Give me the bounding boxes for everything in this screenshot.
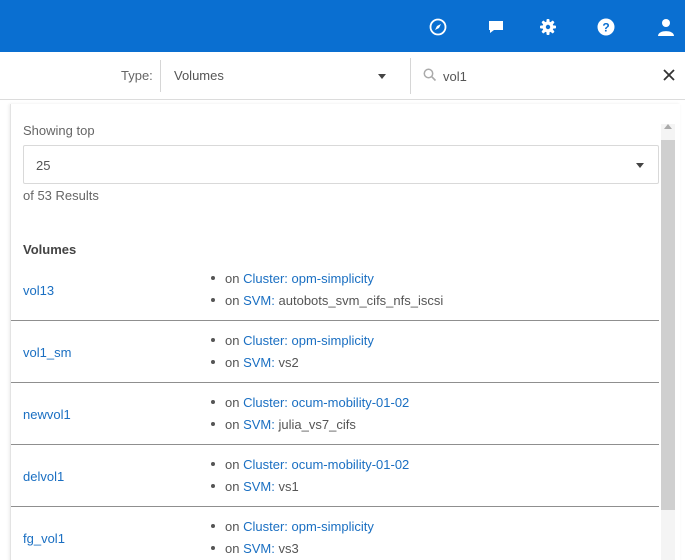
showing-top-label: Showing top: [23, 123, 95, 138]
chevron-down-icon: [378, 74, 386, 79]
results-list: vol13 on Cluster: opm-simplicity on SVM:…: [11, 259, 659, 560]
list-item: vol1_sm on Cluster: opm-simplicity on SV…: [11, 321, 659, 383]
close-icon[interactable]: [661, 67, 679, 85]
svm-detail: on SVM: julia_vs7_cifs: [211, 417, 356, 432]
list-item: newvol1 on Cluster: ocum-mobility-01-02 …: [11, 383, 659, 445]
cluster-link[interactable]: Cluster: opm-simplicity: [243, 333, 374, 348]
volume-link[interactable]: newvol1: [23, 407, 71, 422]
svm-link[interactable]: SVM:: [243, 479, 275, 494]
cluster-link[interactable]: Cluster: opm-simplicity: [243, 271, 374, 286]
svm-link[interactable]: SVM:: [243, 417, 275, 432]
scrollbar[interactable]: [661, 124, 675, 560]
help-icon[interactable]: ?: [595, 16, 617, 38]
list-item: vol13 on Cluster: opm-simplicity on SVM:…: [11, 259, 659, 321]
type-select-value: Volumes: [174, 68, 224, 83]
top-navigation-bar: ?: [0, 0, 685, 52]
cluster-detail: on Cluster: opm-simplicity: [211, 333, 374, 348]
volume-link[interactable]: delvol1: [23, 469, 64, 484]
svm-detail: on SVM: autobots_svm_cifs_nfs_iscsi: [211, 293, 443, 308]
cluster-link[interactable]: Cluster: ocum-mobility-01-02: [243, 395, 409, 410]
bullet-icon: [211, 275, 215, 280]
bullet-icon: [211, 421, 215, 426]
search-results-panel: Showing top 25 of 53 Results Volumes vol…: [10, 104, 680, 560]
section-heading-volumes: Volumes: [23, 242, 77, 257]
result-count-select[interactable]: 25: [23, 145, 659, 184]
cluster-detail: on Cluster: ocum-mobility-01-02: [211, 457, 409, 472]
bullet-icon: [211, 399, 215, 404]
svm-link[interactable]: SVM:: [243, 293, 275, 308]
cluster-link[interactable]: Cluster: ocum-mobility-01-02: [243, 457, 409, 472]
filter-bar: Type: Volumes: [0, 52, 685, 100]
bullet-icon: [211, 359, 215, 364]
volume-link[interactable]: fg_vol1: [23, 531, 65, 546]
bullet-icon: [211, 523, 215, 528]
gear-icon[interactable]: [537, 16, 559, 38]
scroll-up-arrow-icon[interactable]: [664, 124, 672, 129]
cluster-detail: on Cluster: opm-simplicity: [211, 519, 374, 534]
bullet-icon: [211, 545, 215, 550]
cluster-link[interactable]: Cluster: opm-simplicity: [243, 519, 374, 534]
cluster-detail: on Cluster: ocum-mobility-01-02: [211, 395, 409, 410]
volume-link[interactable]: vol1_sm: [23, 345, 71, 360]
type-select[interactable]: Volumes: [160, 60, 400, 92]
chevron-down-icon: [636, 163, 644, 168]
search-icon: [423, 68, 437, 87]
compass-icon[interactable]: [427, 16, 449, 38]
search-box[interactable]: [410, 58, 685, 94]
type-label: Type:: [121, 68, 153, 83]
svm-detail: on SVM: vs1: [211, 479, 299, 494]
user-icon[interactable]: [655, 16, 677, 38]
chat-icon[interactable]: [485, 16, 507, 38]
list-item: fg_vol1 on Cluster: opm-simplicity on SV…: [11, 507, 659, 560]
bullet-icon: [211, 337, 215, 342]
search-input[interactable]: [443, 66, 643, 86]
svm-detail: on SVM: vs3: [211, 541, 299, 556]
bullet-icon: [211, 297, 215, 302]
svm-link[interactable]: SVM:: [243, 355, 275, 370]
scroll-thumb[interactable]: [661, 140, 675, 510]
bullet-icon: [211, 483, 215, 488]
svm-link[interactable]: SVM:: [243, 541, 275, 556]
list-item: delvol1 on Cluster: ocum-mobility-01-02 …: [11, 445, 659, 507]
bullet-icon: [211, 461, 215, 466]
volume-link[interactable]: vol13: [23, 283, 54, 298]
svm-detail: on SVM: vs2: [211, 355, 299, 370]
results-total: of 53 Results: [23, 188, 99, 203]
result-count-value: 25: [36, 158, 51, 173]
cluster-detail: on Cluster: opm-simplicity: [211, 271, 374, 286]
svg-text:?: ?: [602, 21, 609, 35]
